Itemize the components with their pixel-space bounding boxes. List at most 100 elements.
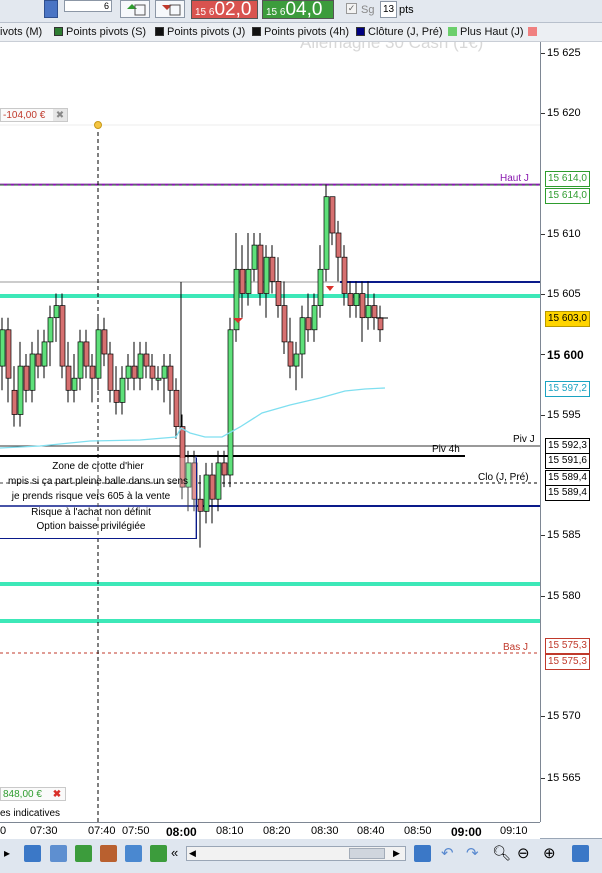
price-axis[interactable]: 15 625 15 620 15 610 15 605 15 600 15 595 15 5… [540, 42, 602, 822]
chat-icon[interactable] [50, 845, 67, 862]
legend-item-plus-bas[interactable] [528, 25, 539, 39]
buy-list-icon[interactable] [120, 0, 150, 18]
zoom-box-icon[interactable]: 🔍︎ [492, 845, 511, 862]
candle-body [251, 244, 258, 270]
candle-body [143, 353, 150, 367]
piv-j-label: Piv J [513, 434, 535, 445]
x-axis-tick: 07:40 [88, 825, 116, 837]
buy-price-button[interactable]: 15 604,0 [262, 0, 334, 19]
price-chart[interactable]: Allemagne 30 Cash (1€) Haut JPiv JPiv 4h… [0, 0, 602, 872]
candle-body [197, 498, 204, 512]
note-line: je prends risque vers 605 à la vente [11, 491, 171, 502]
candle-body [281, 305, 288, 343]
price-tag: 15 575,3 [545, 654, 590, 670]
settings-icon[interactable] [572, 845, 589, 862]
redo-icon[interactable]: ↷ [466, 845, 483, 862]
candle-body [119, 377, 126, 403]
zoom-out-icon[interactable]: ⊖ [517, 845, 534, 862]
candle-body [371, 305, 378, 319]
stop-order-tag[interactable]: -104,00 € ✖ [0, 108, 68, 122]
x-axis-tick: 08:50 [404, 825, 432, 837]
grid-icon[interactable] [150, 845, 167, 862]
indicative-label: es indicatives [0, 808, 61, 819]
x-axis-tick: 09:10 [500, 825, 528, 837]
y-axis-tick: 15 580 [547, 590, 581, 602]
end-icon[interactable] [414, 845, 431, 862]
candle-body [47, 317, 54, 343]
candle-body [275, 281, 282, 306]
candle-body [305, 317, 312, 331]
legend-item-pivots-s[interactable]: Points pivots (S) [54, 25, 146, 39]
candle-body [299, 317, 306, 355]
price-tag: 15 591,6 [545, 453, 590, 469]
y-axis-tick-mark [541, 596, 545, 597]
candle-body [269, 256, 276, 282]
sg-checkbox[interactable]: ✓ [346, 3, 357, 14]
candle-body [209, 474, 216, 500]
close-icon[interactable]: ✖ [49, 788, 65, 800]
indicator-legend-bar: ivots (M) Points pivots (S) Points pivot… [0, 23, 602, 42]
candle-body [131, 365, 138, 379]
candle-body [317, 268, 324, 306]
zoom-in-icon[interactable]: ⊕ [543, 845, 560, 862]
candle-body [107, 353, 114, 391]
top-toolbar: 6 15 602,0 15 604,0 ✓ Sg 13 pts [0, 0, 602, 23]
legend-item-pivots-j[interactable]: Points pivots (J) [155, 25, 245, 39]
annotation-note[interactable]: Zone de crotte d'hier mpis si ça part pl… [0, 458, 197, 539]
candle-body [89, 365, 96, 379]
candle-body [377, 317, 384, 331]
chart-type-icon[interactable] [125, 845, 142, 862]
candle-body [125, 365, 132, 379]
candle-body [23, 365, 30, 391]
ma-line [0, 387, 386, 449]
legend-item-pivots-4h[interactable]: Points pivots (4h) [252, 25, 349, 39]
candle-body [137, 353, 144, 379]
horizontal-scrollbar[interactable]: ◀ ▶ [186, 846, 406, 861]
legend-label: Points pivots (4h) [264, 26, 349, 38]
double-chevron-left-icon[interactable]: « [171, 845, 178, 860]
drawing-icon[interactable] [100, 845, 117, 862]
x-axis-tick: 08:00 [166, 825, 197, 839]
chart-extras: Haut J Piv J Piv 4h Clo (J, Pré) Bas J [233, 173, 535, 653]
candle-body [323, 196, 330, 270]
candle-body [59, 305, 66, 367]
x-axis-tick: 08:40 [357, 825, 385, 837]
share-icon[interactable] [24, 845, 41, 862]
sell-price-button[interactable]: 15 602,0 [191, 0, 258, 19]
x-axis-tick: 08:20 [263, 825, 291, 837]
candle-body [155, 377, 162, 381]
indicator-icon[interactable] [75, 845, 92, 862]
note-line: mpis si ça part pleine balle dans un sen… [7, 476, 189, 487]
sell-list-icon[interactable] [155, 0, 185, 18]
x-axis-tick: 07:30 [30, 825, 58, 837]
undo-icon[interactable]: ↶ [441, 845, 458, 862]
target-order-tag[interactable]: 848,00 € ✖ [0, 787, 66, 801]
close-icon[interactable]: ✖ [53, 109, 67, 121]
candle-body [149, 365, 156, 379]
candle-body [359, 293, 366, 319]
legend-swatch [528, 27, 537, 36]
legend-item-pivots-m[interactable]: ivots (M) [0, 25, 42, 39]
legend-item-cloture[interactable]: Clôture (J, Pré) [356, 25, 443, 39]
sg-label: Sg [361, 4, 375, 16]
note-line: Option baisse privilégiée [36, 521, 146, 532]
left-arrow-icon[interactable]: ▸ [4, 845, 21, 862]
note-line: Risque à l'achat non définit [31, 507, 151, 518]
y-axis-tick: 15 585 [547, 529, 581, 541]
quantity-input[interactable]: 6 [64, 0, 112, 12]
candle-body [71, 377, 78, 391]
calendar-icon[interactable] [44, 0, 58, 18]
pts-input[interactable]: 13 [380, 1, 397, 18]
x-axis-tick: 0 [0, 825, 7, 837]
scroll-right-icon[interactable]: ▶ [393, 848, 403, 859]
time-axis[interactable]: 0 07:30 07:40 07:50 08:00 08:10 08:20 08:30 08:4… [0, 822, 540, 839]
sell-arrow-icon [326, 286, 334, 291]
candle-body [0, 329, 6, 367]
candle-body [101, 329, 108, 355]
legend-label: Points pivots (J) [167, 26, 246, 38]
candle-body [203, 474, 210, 512]
scroll-thumb[interactable] [349, 848, 385, 859]
y-axis-tick-mark [541, 716, 545, 717]
legend-item-plus-haut[interactable]: Plus Haut (J) [448, 25, 524, 39]
scroll-left-icon[interactable]: ◀ [189, 848, 199, 859]
